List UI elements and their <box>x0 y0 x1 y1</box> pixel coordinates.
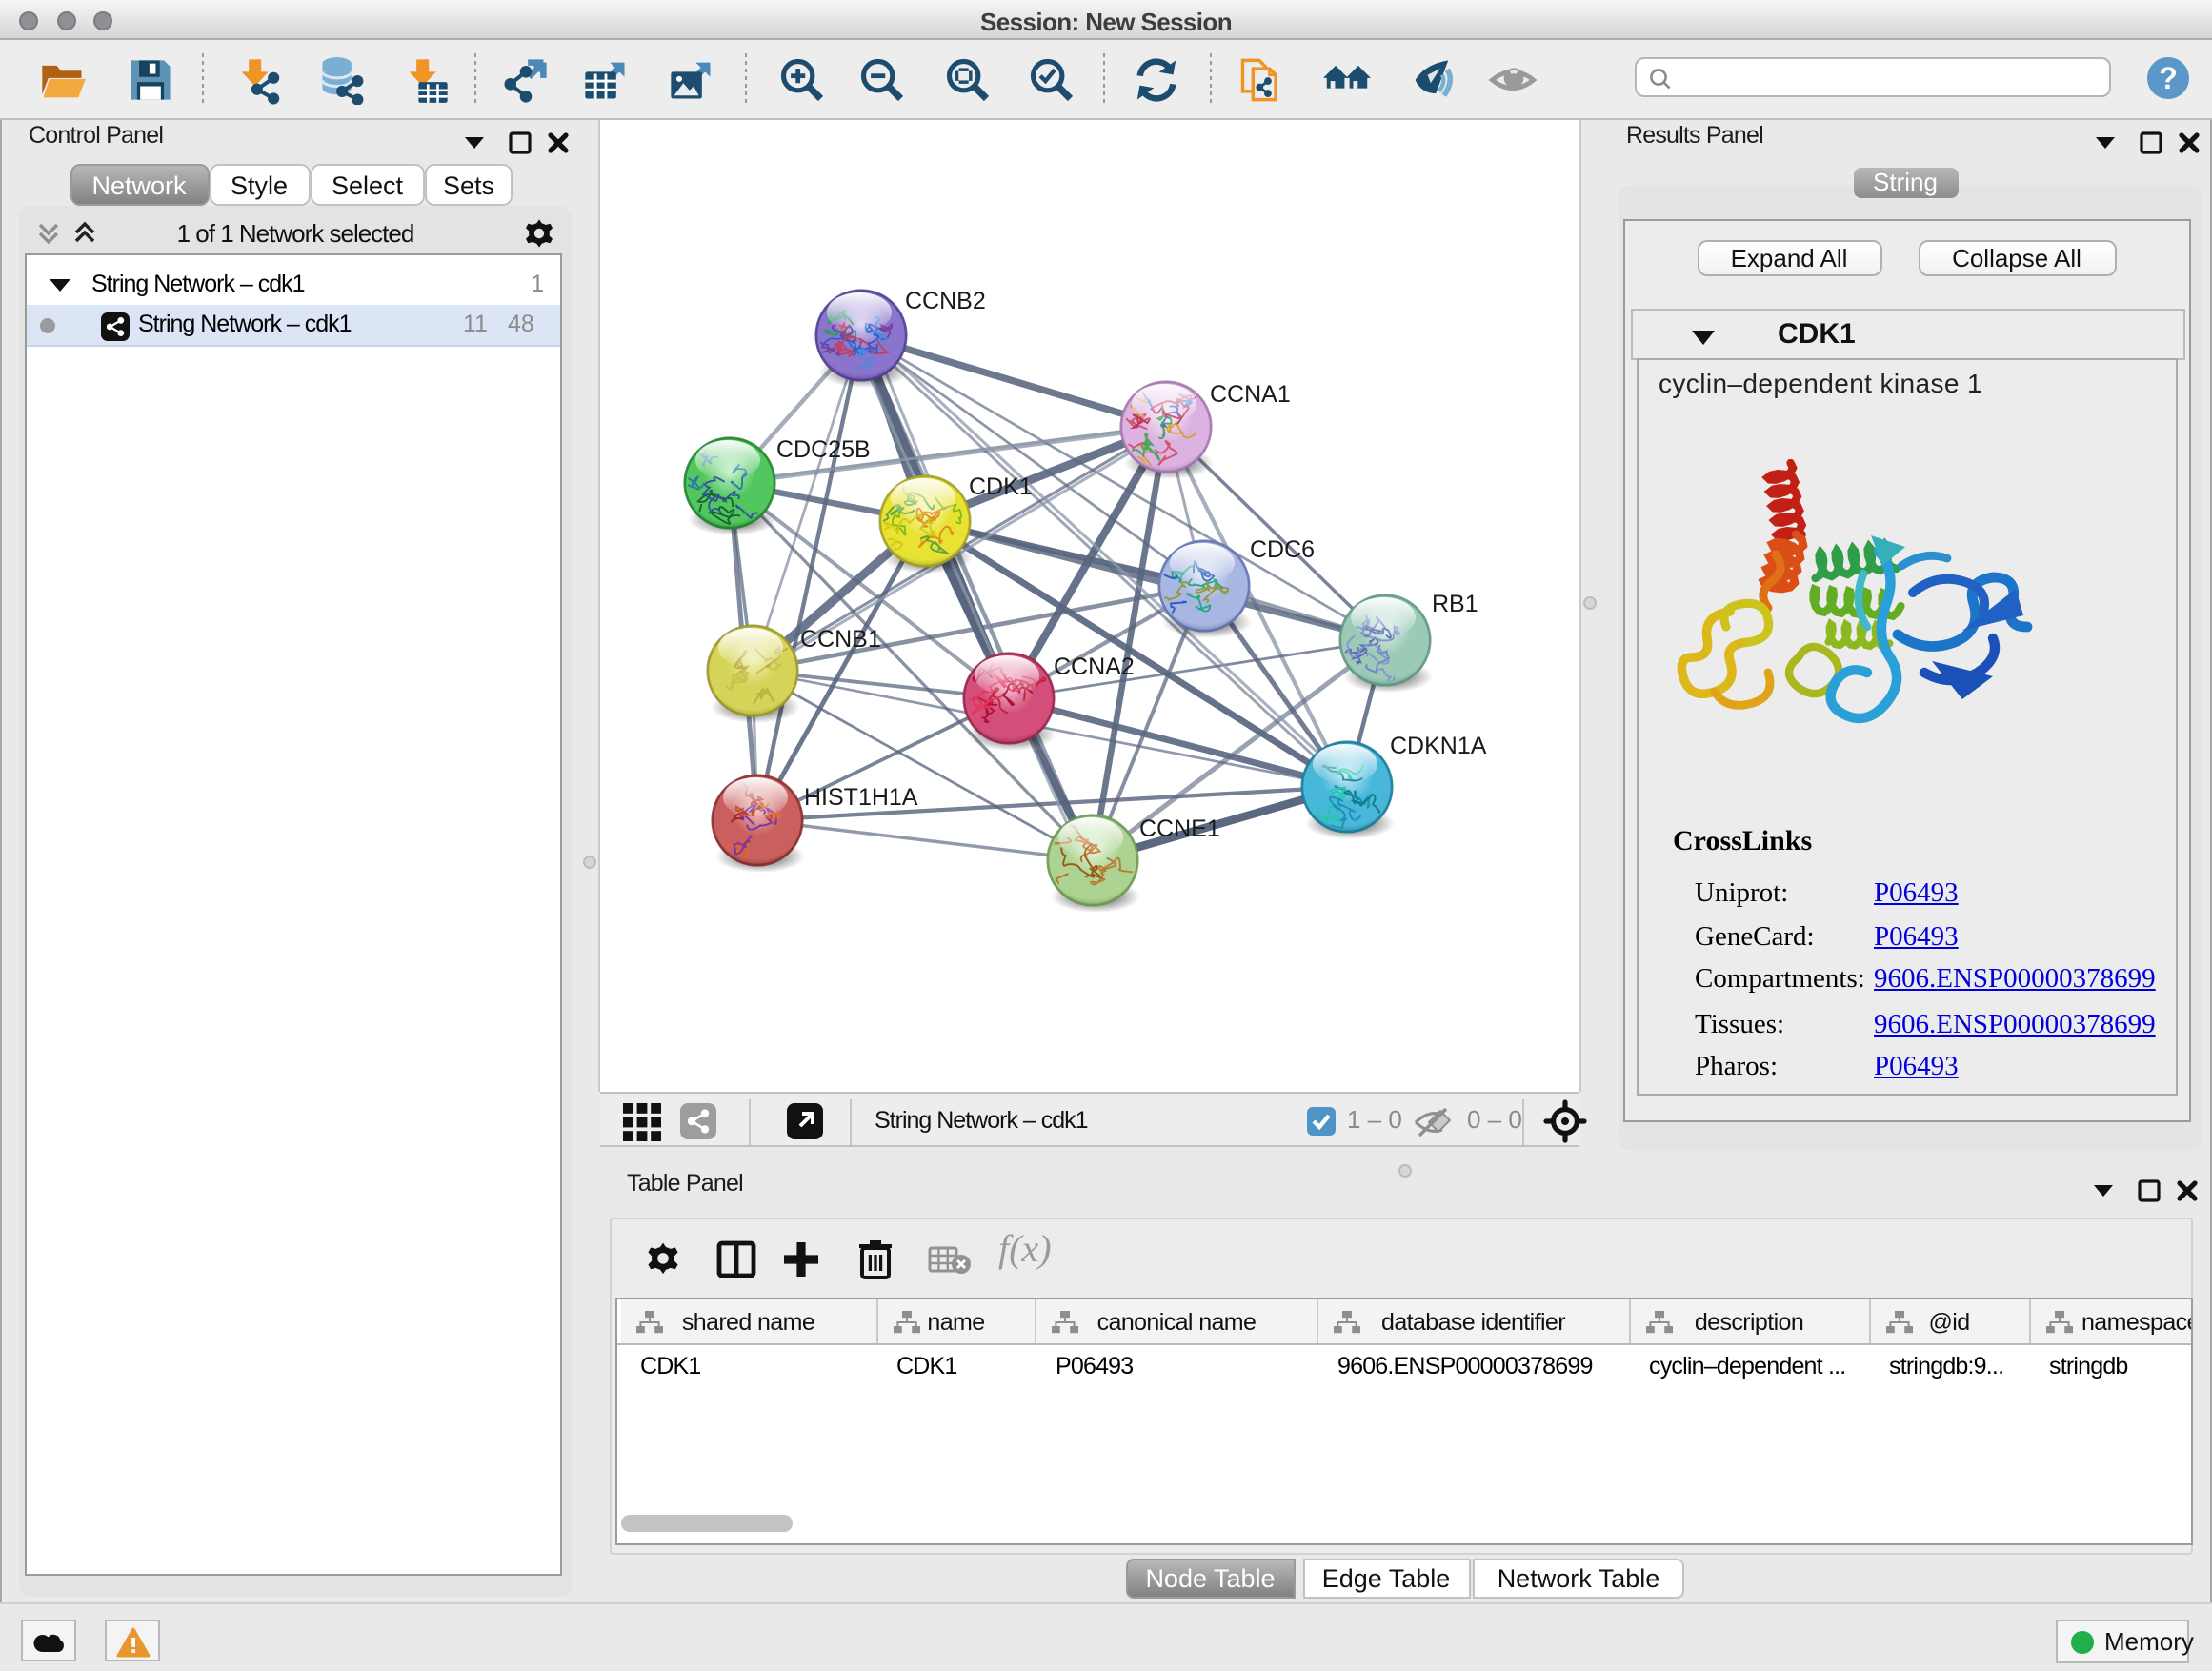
svg-text:CDKN1A: CDKN1A <box>1390 732 1487 758</box>
svg-text:CCNA2: CCNA2 <box>1054 653 1135 679</box>
svg-text:CCNB1: CCNB1 <box>800 625 881 652</box>
svg-text:RB1: RB1 <box>1432 590 1478 616</box>
svg-text:CCNB2: CCNB2 <box>905 287 986 313</box>
svg-text:CDC25B: CDC25B <box>776 435 871 462</box>
svg-text:CCNA1: CCNA1 <box>1210 380 1291 407</box>
svg-text:CDK1: CDK1 <box>969 473 1033 499</box>
svg-text:CDC6: CDC6 <box>1250 535 1315 562</box>
svg-text:?: ? <box>2159 61 2178 95</box>
svg-text:CCNE1: CCNE1 <box>1139 815 1220 841</box>
svg-text:HIST1H1A: HIST1H1A <box>804 783 918 810</box>
